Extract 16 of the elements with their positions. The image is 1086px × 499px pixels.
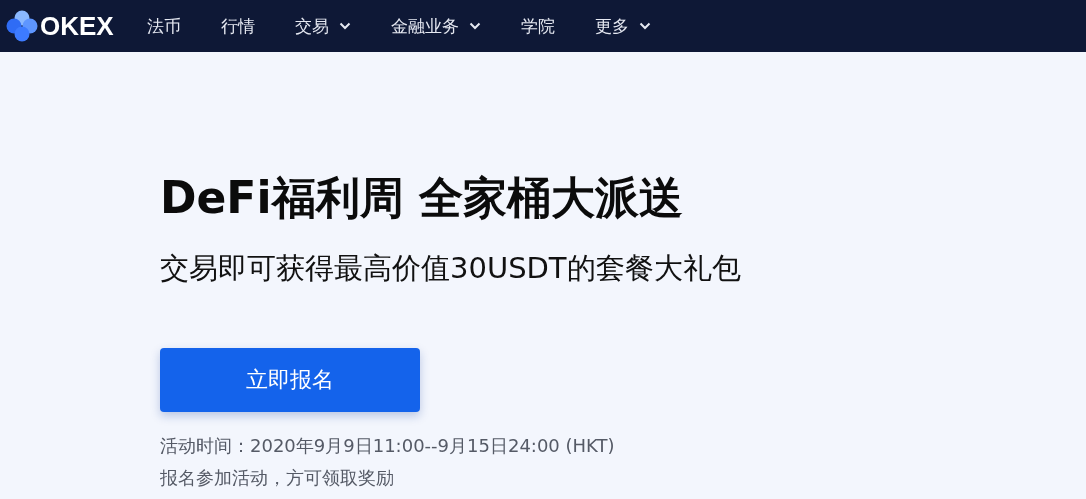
event-note: 报名参加活动，方可领取奖励 [160, 466, 395, 490]
nav-menu-item[interactable]: 金融业务 [390, 14, 481, 38]
nav-menu-item[interactable]: 学院 [520, 14, 555, 38]
nav-menu-item[interactable]: 法币 [146, 14, 181, 38]
nav-menu-item[interactable]: 交易 [294, 14, 351, 38]
hero-title: DeFi福利周 全家桶大派送 [160, 171, 684, 225]
sign-up-button[interactable]: 立即报名 [160, 348, 420, 412]
nav-menu-item[interactable]: 行情 [220, 14, 255, 38]
chevron-down-icon [338, 22, 351, 30]
logo-icon[interactable] [6, 10, 38, 42]
chevron-down-icon [638, 22, 651, 30]
logo-text[interactable]: OKEX [40, 10, 114, 42]
chevron-down-icon [468, 22, 481, 30]
nav-menu-item[interactable]: 更多 [594, 14, 651, 38]
event-note: 活动时间：2020年9月9日11:00--9月15日24:00 (HKT) [160, 434, 616, 458]
hero-subtitle: 交易即可获得最高价值30USDT的套餐大礼包 [160, 250, 742, 287]
